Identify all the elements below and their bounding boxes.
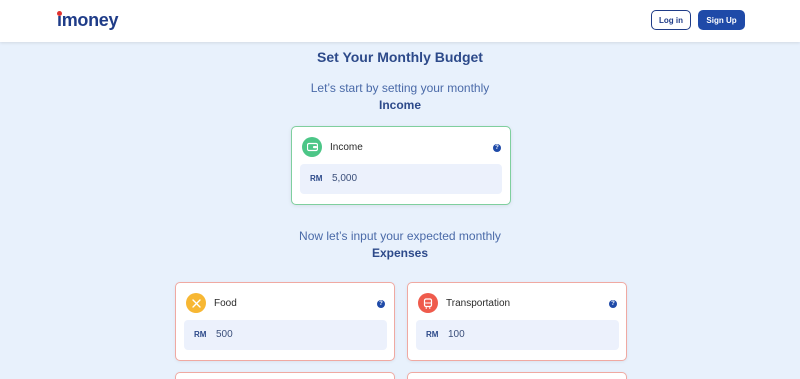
income-heading: Income bbox=[378, 98, 421, 112]
utensils-icon bbox=[186, 293, 206, 313]
page-title: Set Your Monthly Budget bbox=[317, 49, 483, 65]
income-value[interactable]: 5,000 bbox=[332, 173, 357, 184]
transportation-label: Transportation bbox=[446, 298, 511, 309]
help-icon[interactable]: ? bbox=[493, 144, 501, 152]
currency-label: RM bbox=[194, 330, 207, 339]
top-navigation-bar: imoney Log in Sign Up bbox=[0, 0, 800, 42]
help-icon[interactable]: ? bbox=[377, 300, 385, 308]
logo-i-letter: i bbox=[57, 10, 62, 30]
logo-dot bbox=[57, 11, 62, 16]
transportation-expense-card: Transportation ? RM 100 bbox=[407, 282, 627, 361]
expenses-heading: Expenses bbox=[371, 246, 429, 260]
income-card: Income ? RM 5,000 bbox=[291, 126, 511, 205]
transportation-value[interactable]: 100 bbox=[448, 329, 465, 340]
bus-icon bbox=[418, 293, 438, 313]
food-label: Food bbox=[214, 298, 237, 309]
logo-text: money bbox=[61, 10, 119, 30]
signup-button[interactable]: Sign Up bbox=[698, 10, 745, 30]
expenses-intro-text: Now let’s input your expected monthly bbox=[299, 229, 501, 243]
login-button[interactable]: Log in bbox=[651, 10, 691, 30]
currency-label: RM bbox=[310, 174, 323, 183]
currency-label: RM bbox=[426, 330, 439, 339]
income-label: Income bbox=[330, 142, 363, 153]
income-input[interactable]: RM 5,000 bbox=[300, 164, 502, 194]
transportation-input[interactable]: RM 100 bbox=[416, 320, 619, 350]
food-input[interactable]: RM 500 bbox=[184, 320, 387, 350]
income-intro-text: Let’s start by setting your monthly bbox=[310, 81, 490, 95]
food-expense-card: Food ? RM 500 bbox=[175, 282, 395, 361]
food-value[interactable]: 500 bbox=[216, 329, 233, 340]
expense-card-partial bbox=[407, 372, 627, 379]
help-icon[interactable]: ? bbox=[609, 300, 617, 308]
wallet-icon bbox=[302, 137, 322, 157]
imoney-logo[interactable]: imoney bbox=[57, 10, 119, 31]
expense-card-partial bbox=[175, 372, 395, 379]
